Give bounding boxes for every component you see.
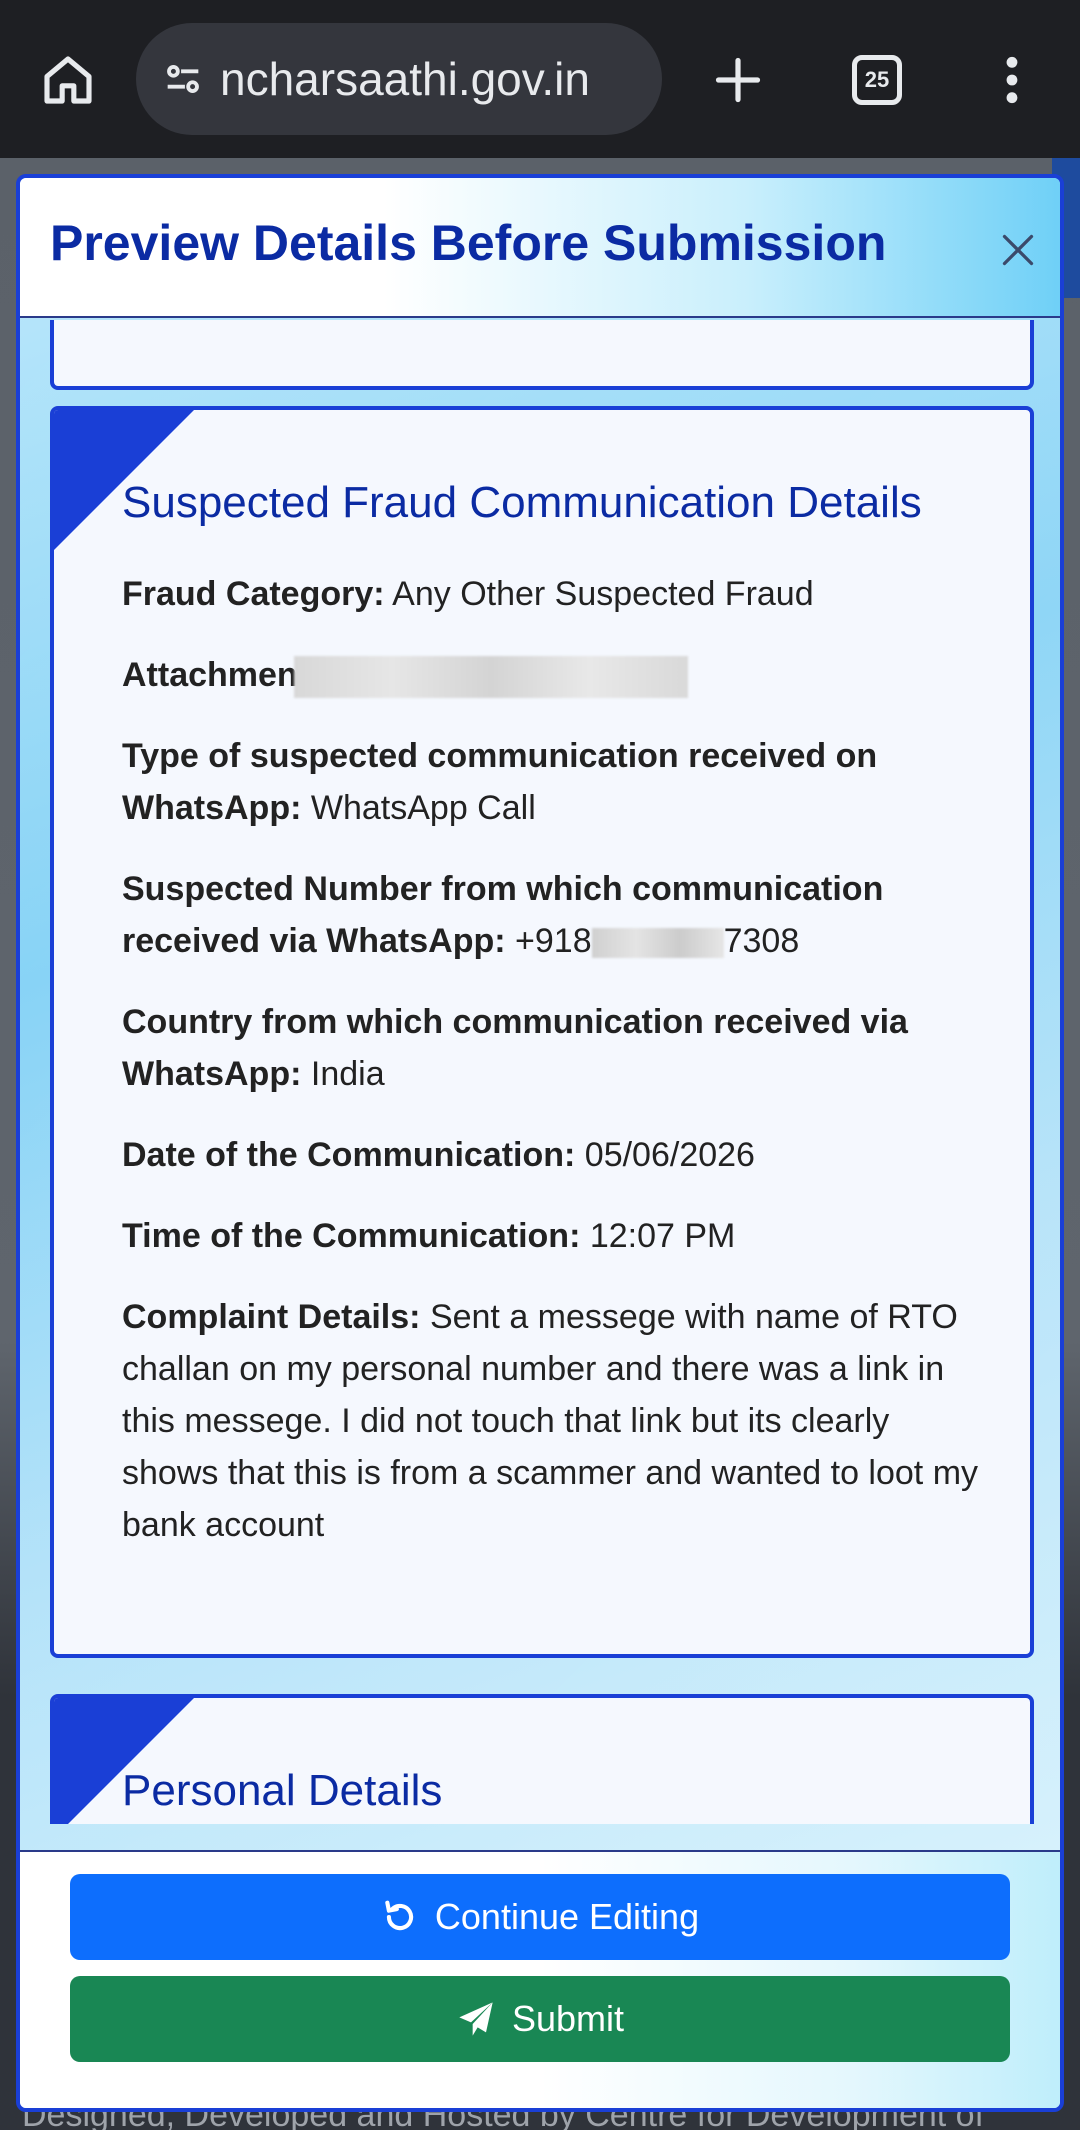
field-label: Date of the Communication: bbox=[122, 1136, 576, 1174]
home-icon[interactable] bbox=[38, 50, 98, 110]
submit-button[interactable]: Submit bbox=[70, 1976, 1010, 2062]
more-menu-icon[interactable] bbox=[990, 50, 1034, 110]
attachment-field: Attachmen bbox=[122, 649, 982, 701]
modal-header: Preview Details Before Submission bbox=[20, 178, 1060, 318]
previous-section-card bbox=[50, 320, 1034, 390]
fraud-details-card: Suspected Fraud Communication Details Fr… bbox=[50, 406, 1034, 1658]
complaint-details-field: Complaint Details: Sent a messege with n… bbox=[122, 1291, 982, 1551]
field-value: India bbox=[310, 1055, 385, 1093]
button-label: Continue Editing bbox=[434, 1896, 700, 1937]
fraud-fields: Fraud Category: Any Other Suspected Frau… bbox=[122, 568, 982, 1580]
field-label: Country from which communication receive… bbox=[122, 1003, 908, 1093]
field-label: Fraud Category: bbox=[122, 575, 385, 613]
modal-body[interactable]: Suspected Fraud Communication Details Fr… bbox=[20, 320, 1060, 1824]
continue-editing-button[interactable]: Continue Editing bbox=[70, 1874, 1010, 1960]
field-value: 05/06/2026 bbox=[584, 1136, 755, 1174]
tab-switcher-button[interactable]: 25 bbox=[852, 55, 902, 105]
browser-toolbar: ncharsaathi.gov.in 25 bbox=[0, 0, 1080, 158]
communication-type-field: Type of suspected communication received… bbox=[122, 730, 982, 834]
new-tab-icon[interactable] bbox=[706, 48, 770, 112]
field-value-suffix: 7308 bbox=[723, 922, 800, 960]
field-label: Complaint Details: bbox=[122, 1298, 421, 1336]
button-label: Submit bbox=[511, 1998, 625, 2039]
field-value-prefix: +918 bbox=[515, 922, 592, 960]
time-field: Time of the Communication: 12:07 PM bbox=[122, 1210, 982, 1262]
suspected-number-field: Suspected Number from which communicatio… bbox=[122, 863, 982, 967]
field-value: 12:07 PM bbox=[589, 1217, 736, 1255]
redacted-region bbox=[591, 928, 724, 959]
section-title: Suspected Fraud Communication Details bbox=[122, 478, 922, 527]
site-settings-icon[interactable] bbox=[158, 54, 208, 104]
section-title: Personal Details bbox=[122, 1766, 443, 1815]
fraud-category-field: Fraud Category: Any Other Suspected Frau… bbox=[122, 568, 982, 620]
address-bar[interactable]: ncharsaathi.gov.in bbox=[136, 23, 662, 135]
preview-modal: Preview Details Before Submission Suspec… bbox=[16, 174, 1064, 2112]
modal-footer: Continue Editing Submit bbox=[20, 1850, 1060, 2108]
personal-details-card: Personal Details bbox=[50, 1694, 1034, 1824]
modal-title: Preview Details Before Submission bbox=[50, 215, 887, 271]
redacted-region bbox=[293, 656, 688, 699]
url-text: ncharsaathi.gov.in bbox=[220, 53, 590, 105]
field-value: WhatsApp Call bbox=[310, 789, 536, 827]
field-value: Any Other Suspected Fraud bbox=[392, 575, 814, 613]
paper-plane-icon bbox=[456, 1999, 496, 2039]
field-label: Time of the Communication: bbox=[122, 1217, 581, 1255]
date-field: Date of the Communication: 05/06/2026 bbox=[122, 1129, 982, 1181]
field-label: Attachmen bbox=[122, 656, 298, 694]
undo-icon bbox=[381, 1898, 419, 1936]
close-icon[interactable] bbox=[998, 230, 1038, 270]
country-field: Country from which communication receive… bbox=[122, 996, 982, 1100]
